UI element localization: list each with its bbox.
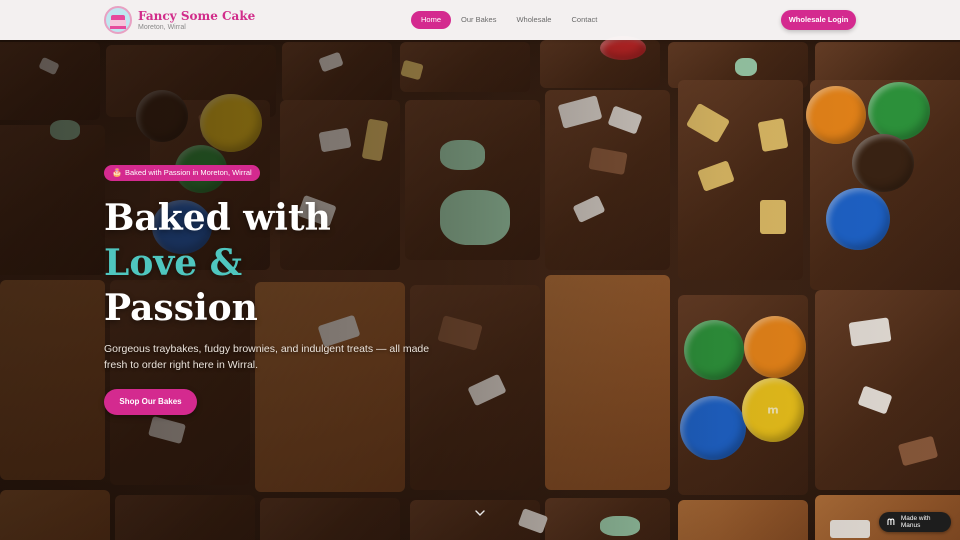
nav-wholesale[interactable]: Wholesale [506, 11, 561, 29]
headline-line-3: Passion [104, 287, 258, 329]
brand-link[interactable]: Fancy Some Cake Moreton, Wirral [104, 6, 255, 34]
hero-badge-text: Baked with Passion in Moreton, Wirral [124, 168, 252, 177]
site-header: Fancy Some Cake Moreton, Wirral Home Our… [0, 0, 960, 40]
hero-subtext: Gorgeous traybakes, fudgy brownies, and … [104, 343, 430, 371]
headline-line-1: Baked with [104, 197, 331, 239]
hero-headline: Baked with Love & Passion [104, 196, 331, 331]
wholesale-login-button[interactable]: Wholesale Login [781, 10, 856, 30]
shop-our-bakes-button[interactable]: Shop Our Bakes [104, 389, 197, 415]
manus-icon [887, 518, 895, 525]
brand-location: Moreton, Wirral [138, 23, 186, 31]
cake-icon: 🎂 [112, 168, 122, 177]
hero-badge: 🎂 Baked with Passion in Moreton, Wirral [104, 165, 260, 181]
brand-name: Fancy Some Cake [138, 8, 256, 23]
headline-line-2: Love & [104, 242, 243, 284]
made-with-manus-badge[interactable]: Made with Manus [879, 512, 951, 532]
nav-home[interactable]: Home [411, 11, 452, 29]
nav-contact[interactable]: Contact [561, 11, 607, 29]
chevron-down-icon[interactable] [473, 509, 487, 521]
nav-our-bakes[interactable]: Our Bakes [451, 11, 506, 29]
cake-logo-icon [104, 6, 132, 34]
manus-badge-label: Made with Manus [900, 515, 931, 529]
main-nav: Home Our Bakes Wholesale Contact [411, 11, 607, 29]
